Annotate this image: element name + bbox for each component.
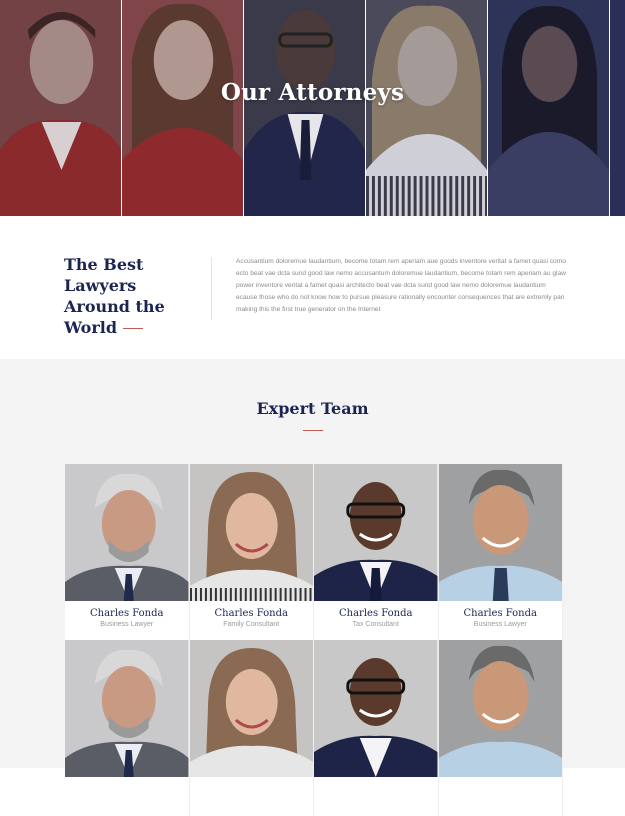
team-member-card[interactable] — [314, 640, 439, 816]
team-member-photo — [438, 640, 562, 777]
hero-photo-attorney-1 — [0, 0, 122, 216]
team-member-info: Charles Fonda Business Lawyer — [65, 601, 189, 640]
team-member-name[interactable]: Charles Fonda — [65, 608, 189, 619]
team-member-card[interactable]: Charles Fonda Business Lawyer — [65, 464, 190, 640]
team-member-info: Charles Fonda Business Lawyer — [438, 601, 563, 640]
team-member-photo — [314, 640, 438, 777]
hero-photo-attorney-2 — [122, 0, 244, 216]
team-member-photo — [65, 640, 189, 777]
team-member-info: Charles Fonda Tax Consultant — [314, 601, 438, 640]
heading-accent-line — [123, 328, 144, 329]
team-title-underline — [303, 430, 323, 431]
team-member-role: Family Consultant — [223, 621, 280, 628]
team-member-role: Business Lawyer — [100, 621, 154, 628]
expert-team-section: Expert Team Charles Fonda Business Lawye… — [0, 359, 625, 816]
team-member-role: Tax Consultant — [352, 621, 399, 628]
vertical-divider — [211, 257, 212, 320]
team-member-card[interactable]: Charles Fonda Business Lawyer — [438, 464, 563, 640]
team-member-card[interactable]: Charles Fonda Tax Consultant — [314, 464, 439, 640]
team-member-photo — [189, 464, 313, 601]
team-member-name[interactable]: Charles Fonda — [314, 608, 438, 619]
intro-section: The Best Lawyers Around the World Accusa… — [0, 216, 625, 359]
team-member-card[interactable] — [65, 640, 190, 816]
hero-photo-attorney-5 — [488, 0, 610, 216]
team-member-name[interactable]: Charles Fonda — [190, 608, 314, 619]
intro-paragraph: Accusantium doloremue laudantium, become… — [236, 258, 566, 313]
hero-banner: Our Attorneys — [0, 0, 625, 216]
hero-photo-attorney-6 — [610, 0, 625, 216]
hero-photo-attorney-4 — [366, 0, 488, 216]
team-member-info: Charles Fonda Family Consultant — [189, 601, 314, 640]
team-member-name[interactable]: Charles Fonda — [439, 608, 563, 619]
hero-title: Our Attorneys — [220, 79, 405, 107]
hero-photo-attorney-3 — [244, 0, 366, 216]
team-member-photo — [65, 464, 189, 601]
team-member-role: Business Lawyer — [473, 621, 527, 628]
team-member-card[interactable]: Charles Fonda Family Consultant — [189, 464, 314, 640]
team-member-card[interactable] — [189, 640, 314, 816]
team-member-card[interactable] — [438, 640, 563, 816]
team-grid: Charles Fonda Business Lawyer Charles Fo… — [65, 464, 563, 816]
intro-heading: The Best Lawyers Around the World — [64, 254, 204, 338]
team-title: Expert Team — [256, 399, 369, 418]
intro-heading-text: The Best Lawyers Around the World — [64, 255, 165, 337]
team-member-photo — [189, 640, 313, 777]
team-member-photo — [438, 464, 562, 601]
team-member-photo — [314, 464, 438, 601]
